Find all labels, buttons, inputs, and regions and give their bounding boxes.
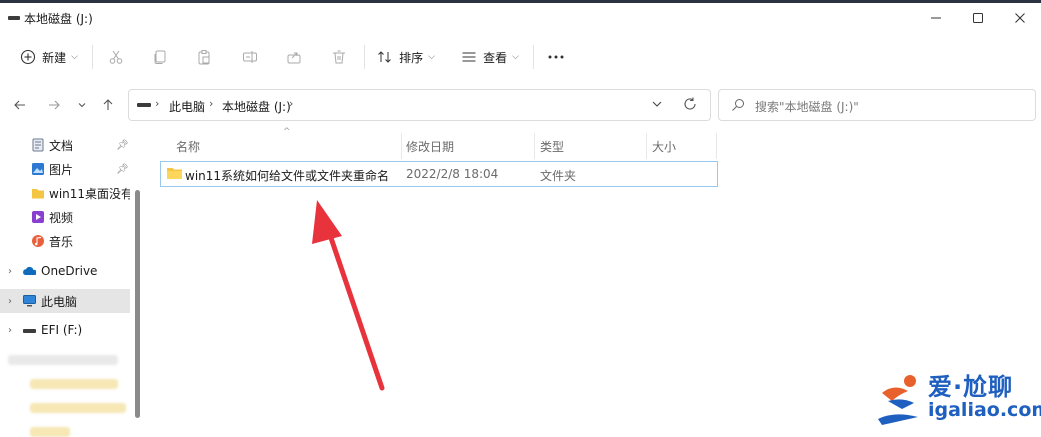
watermark-cn: 爱·尬聊	[928, 373, 1014, 401]
watermark: 爱·尬聊 igaliao.com	[872, 365, 1041, 431]
watermark-logo-icon	[878, 375, 918, 425]
watermark-en: igaliao.com	[928, 399, 1041, 421]
